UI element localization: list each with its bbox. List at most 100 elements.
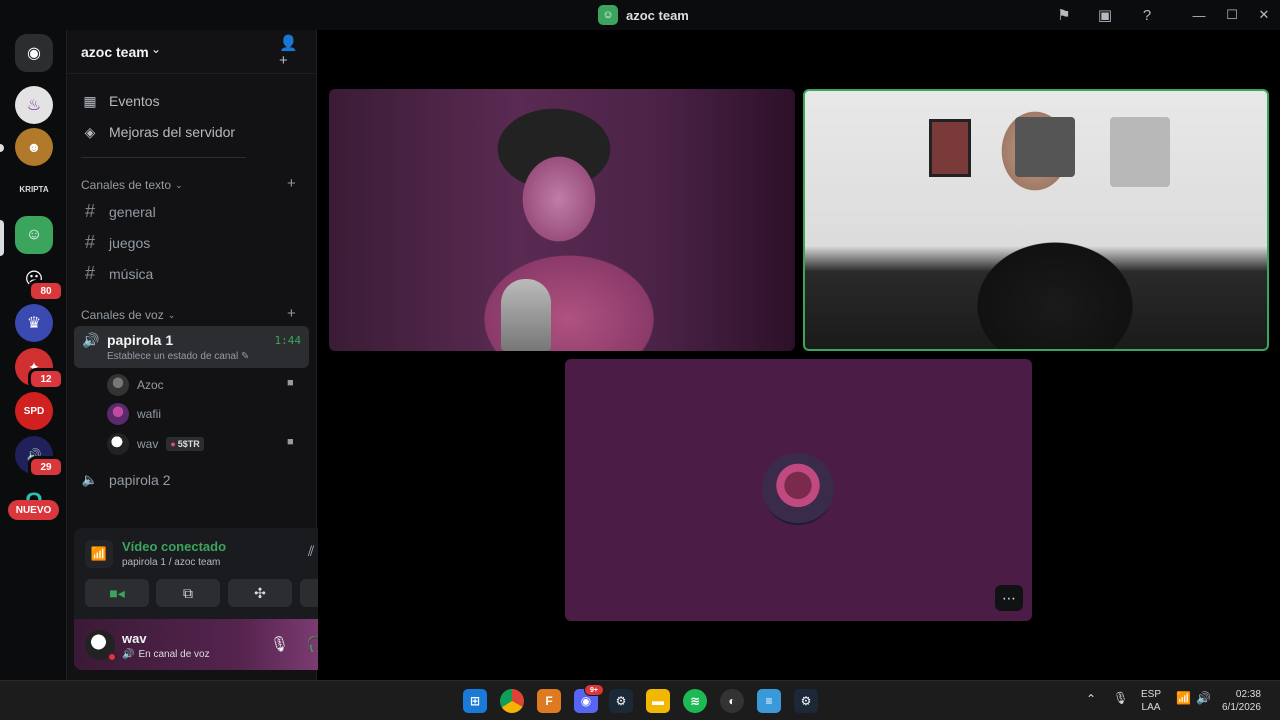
channel-label: música [109, 265, 154, 282]
mention-badge: 80 [28, 280, 64, 302]
hanging-shirt [1110, 117, 1170, 187]
add-voice-channel-icon[interactable]: + [287, 305, 296, 322]
voice-user-wafii[interactable]: wafii [107, 403, 161, 425]
video-camera-icon: ■◂ [109, 584, 125, 601]
voice-status-title[interactable]: Vídeo conectado [122, 539, 226, 554]
server-rail: ◉ ♨ ☻ KRIPTA ☺ ☹ 80 ♛ ✦ 12 SPD 🔊 29 Ω NU… [0, 30, 66, 680]
fl-studio-icon[interactable]: F [537, 689, 561, 713]
chevron-up-icon[interactable]: ⌃ [1086, 692, 1096, 706]
activities-icon: ✣ [254, 584, 266, 601]
video-tile-participant-2-speaking[interactable] [803, 89, 1269, 351]
mushroom-icon: ● [170, 439, 176, 449]
server-icon: ☺ [598, 5, 618, 25]
video-tile-participant-3-avatar[interactable]: ⋯ [565, 359, 1032, 621]
server-icon-speed[interactable]: SPD [15, 392, 53, 430]
user-status-text: En canal de voz [138, 649, 210, 660]
channel-general[interactable]: # general [81, 201, 156, 222]
events-item[interactable]: ▦ Eventos [81, 92, 160, 110]
category-voice-channels[interactable]: Canales de voz ⌄ [81, 308, 175, 322]
speaker-icon: 🔊 [82, 332, 100, 348]
windows-start-icon[interactable]: ⊞ [463, 689, 487, 713]
voice-channel-papirola-1[interactable]: 🔊 papirola 1 1:44 Establece un estado de… [74, 326, 309, 368]
maximize-button[interactable]: ☐ [1217, 4, 1247, 26]
activities-button[interactable]: ✣ [228, 579, 292, 607]
file-explorer-icon[interactable]: ▬ [646, 689, 670, 713]
discord-notification-badge: 9+ [584, 684, 604, 696]
close-button[interactable]: ✕ [1249, 4, 1279, 26]
dnd-status-indicator [107, 652, 117, 662]
add-text-channel-icon[interactable]: + [287, 175, 296, 192]
server-icon-cup[interactable]: ♨ [15, 86, 53, 124]
divider [81, 157, 246, 158]
channel-status-text: Establece un estado de canal [107, 351, 239, 362]
mention-badge: 12 [28, 368, 64, 390]
channel-sidebar: azoc team ⌄ 👤+ ▦ Eventos ◈ Mejoras del s… [66, 30, 376, 680]
language-indicator[interactable]: ESP LAA [1141, 688, 1161, 714]
voice-status-subtitle[interactable]: papirola 1 / azoc team [122, 557, 220, 568]
help-icon[interactable]: ? [1137, 5, 1157, 25]
voice-channel-label: papirola 1 [107, 332, 174, 348]
hash-icon: # [84, 232, 95, 252]
clock-time: 02:38 [1235, 689, 1261, 700]
boost-icon: ◈ [84, 123, 96, 140]
camera-icon: ■ [287, 436, 294, 448]
steam-icon[interactable]: ⚙ [794, 689, 818, 713]
chevron-down-icon: ⌄ [167, 309, 176, 320]
category-label: Canales de texto [81, 178, 172, 192]
new-badge: NUEVO [8, 500, 59, 520]
hash-icon: # [84, 263, 95, 283]
wifi-icon[interactable]: 📶 [1176, 691, 1191, 705]
screen-share-button[interactable]: ⧉ [156, 579, 220, 607]
microphone-tray-icon[interactable]: 🎙 [1113, 691, 1128, 705]
add-user-icon[interactable]: 👤+ [279, 35, 299, 69]
osu-icon[interactable]: ◐ [720, 689, 744, 713]
speaker-icon: 🔈 [81, 472, 99, 487]
server-icon-azoc-team[interactable]: ☺ [15, 216, 53, 254]
minimize-button[interactable]: — [1184, 4, 1214, 26]
voice-user-name: Azoc [137, 378, 164, 392]
server-icon-blue[interactable]: ♛ [15, 304, 53, 342]
voice-user-name: wav [137, 437, 159, 451]
server-header[interactable]: azoc team ⌄ 👤+ [67, 30, 317, 74]
clock[interactable]: 02:38 6/1/2026 [1222, 688, 1261, 714]
channel-juegos[interactable]: # juegos [81, 232, 150, 253]
discord-home-icon[interactable]: ◉ [15, 34, 53, 72]
channel-musica[interactable]: # música [81, 263, 153, 284]
selected-pip [0, 220, 4, 256]
server-icon-kripta[interactable]: KRIPTA [15, 170, 53, 208]
keyboard-layout: LAA [1141, 702, 1161, 713]
flag-icon[interactable]: ⚑ [1054, 5, 1074, 25]
user-name[interactable]: wav [122, 631, 147, 646]
hash-icon: # [84, 201, 95, 221]
screen-share-icon: ⧉ [183, 584, 193, 601]
avatar [107, 403, 129, 425]
language-code: ESP [1141, 689, 1162, 700]
voice-user-wav[interactable]: wav ● 5$TR ■ [107, 433, 294, 455]
voice-channel-papirola-2[interactable]: 🔈 papirola 2 [81, 472, 171, 488]
unread-pip [0, 144, 4, 152]
clan-tag: ● 5$TR [166, 437, 204, 451]
microphone-icon[interactable]: 🎙 [270, 635, 289, 653]
user-status: 🔊 En canal de voz [122, 649, 210, 660]
notepad-icon[interactable]: ≡ [757, 689, 781, 713]
inbox-icon[interactable]: ▣ [1095, 5, 1115, 25]
signal-icon[interactable]: 📶 [85, 540, 113, 568]
server-name: azoc team [81, 44, 149, 60]
hanging-shirt [1015, 117, 1075, 177]
video-stage: ⋯ [318, 30, 1280, 680]
server-icon-character[interactable]: ☻ [15, 128, 53, 166]
channel-label: juegos [109, 234, 151, 251]
voice-user-azoc[interactable]: Azoc ■ [107, 374, 294, 396]
channel-status[interactable]: Establece un estado de canal ✎ [107, 351, 249, 362]
spotify-icon[interactable]: ≋ [683, 689, 707, 713]
events-label: Eventos [109, 93, 160, 109]
more-options-icon[interactable]: ⋯ [995, 585, 1023, 611]
server-boosts-item[interactable]: ◈ Mejoras del servidor [81, 123, 235, 141]
steam-icon[interactable]: ⚙ [609, 689, 633, 713]
camera-button[interactable]: ■◂ [85, 579, 149, 607]
volume-icon[interactable]: 🔊 [1196, 691, 1211, 705]
chrome-icon[interactable] [500, 689, 524, 713]
category-text-channels[interactable]: Canales de texto ⌄ [81, 178, 183, 192]
noise-suppression-icon[interactable]: ⫽ [308, 543, 314, 560]
video-tile-participant-1[interactable] [329, 89, 795, 351]
